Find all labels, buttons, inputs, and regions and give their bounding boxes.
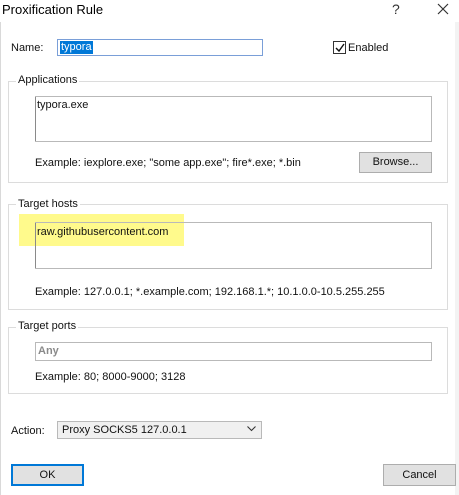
target-hosts-example: Example: 127.0.0.1; *.example.com; 192.1… xyxy=(35,286,385,298)
name-input-value: typora xyxy=(60,41,93,54)
enabled-label[interactable]: Enabled xyxy=(348,42,388,54)
action-dropdown[interactable]: Proxy SOCKS5 127.0.0.1 xyxy=(57,421,262,439)
help-button[interactable]: ? xyxy=(392,1,400,17)
chevron-down-icon xyxy=(247,426,256,432)
ok-button[interactable]: OK xyxy=(11,464,84,486)
target-hosts-textarea[interactable]: raw.githubusercontent.com xyxy=(35,222,432,269)
applications-example: Example: iexplore.exe; "some app.exe"; f… xyxy=(35,157,301,169)
cancel-button[interactable]: Cancel xyxy=(383,464,456,486)
enabled-checkbox[interactable] xyxy=(333,41,346,54)
name-label: Name: xyxy=(11,42,44,54)
applications-title: Applications xyxy=(16,74,80,86)
target-hosts-title: Target hosts xyxy=(16,198,80,210)
window-edge xyxy=(455,22,459,495)
title-bar: Proxification Rule ? xyxy=(0,0,459,22)
action-label: Action: xyxy=(11,425,45,437)
name-input[interactable]: typora xyxy=(57,39,263,56)
target-hosts-value: raw.githubusercontent.com xyxy=(37,226,169,238)
textarea-edge xyxy=(35,97,36,141)
target-ports-value: Any xyxy=(38,345,59,357)
applications-value: typora.exe xyxy=(37,99,89,111)
window-title: Proxification Rule xyxy=(2,2,104,17)
action-selected: Proxy SOCKS5 127.0.0.1 xyxy=(62,424,187,436)
applications-textarea[interactable]: typora.exe xyxy=(35,96,432,142)
close-icon[interactable] xyxy=(436,2,450,16)
browse-button[interactable]: Browse... xyxy=(359,152,432,173)
target-ports-input[interactable]: Any xyxy=(35,342,432,361)
checkmark-icon xyxy=(335,43,345,53)
textarea-edge xyxy=(35,223,36,268)
target-ports-title: Target ports xyxy=(16,320,79,332)
target-ports-example: Example: 80; 8000-9000; 3128 xyxy=(35,371,186,383)
